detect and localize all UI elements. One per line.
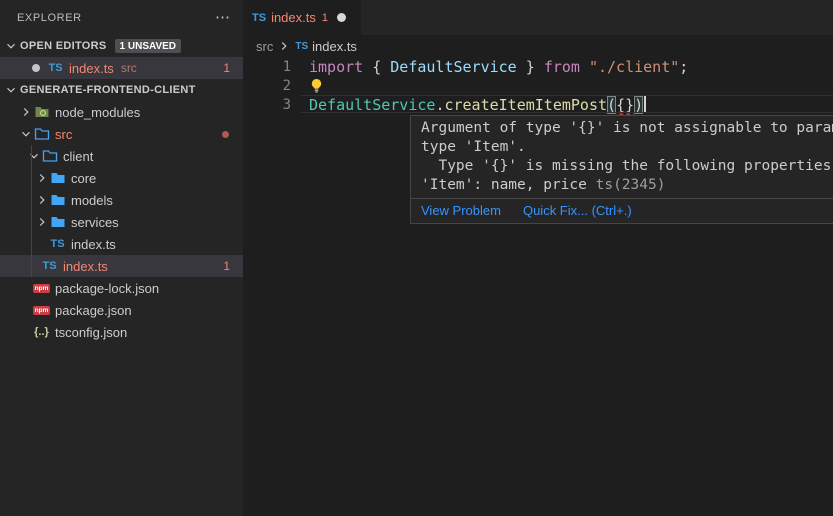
unsaved-dot-icon (32, 64, 40, 72)
open-editor-item-index-ts[interactable]: TS index.ts src 1 (0, 57, 243, 79)
chevron-right-icon (35, 192, 49, 208)
tree-item-label: client (63, 149, 93, 164)
folder-open-icon (33, 126, 50, 142)
more-actions-icon[interactable]: ⋯ (215, 13, 231, 23)
error-dot-icon (222, 131, 229, 138)
code-line-3: 3 DefaultService.createItemItemPost({}) (243, 95, 833, 114)
open-editor-file-path: src (121, 61, 137, 75)
typescript-file-icon: TS (49, 236, 66, 252)
chevron-down-icon (4, 82, 18, 98)
tree-item-src[interactable]: src (0, 123, 243, 145)
chevron-right-icon (277, 39, 291, 53)
tree-item-client-index-ts[interactable]: TS index.ts (0, 233, 243, 255)
editor-tab-bar: TS index.ts 1 (243, 0, 833, 35)
open-editors-label: OPEN EDITORS (20, 40, 107, 52)
tab-title: index.ts (271, 10, 316, 25)
text-cursor (644, 96, 646, 113)
explorer-title-row: EXPLORER ⋯ (0, 0, 243, 35)
tree-item-package-json[interactable]: npm package.json (0, 299, 243, 321)
tree-item-label: core (71, 171, 96, 186)
vscode-window: EXPLORER ⋯ OPEN EDITORS 1 UNSAVED TS ind… (0, 0, 833, 516)
chevron-right-icon (35, 170, 49, 186)
tree-item-services[interactable]: services (0, 211, 243, 233)
explorer-sidebar: EXPLORER ⋯ OPEN EDITORS 1 UNSAVED TS ind… (0, 0, 243, 516)
open-editors-header[interactable]: OPEN EDITORS 1 UNSAVED (0, 35, 243, 57)
tree-item-label: tsconfig.json (55, 325, 127, 340)
tree-item-label: package.json (55, 303, 132, 318)
tree-item-label: package-lock.json (55, 281, 159, 296)
explorer-title: EXPLORER (17, 12, 82, 24)
chevron-right-icon (19, 104, 33, 120)
tree-item-tsconfig-json[interactable]: {..} tsconfig.json (0, 321, 243, 343)
typescript-file-icon: TS (41, 258, 58, 274)
npm-file-icon: npm (33, 280, 50, 296)
error-hover-tooltip: Argument of type '{}' is not assignable … (410, 115, 833, 224)
chevron-down-icon (27, 148, 41, 164)
tab-index-ts[interactable]: TS index.ts 1 (243, 0, 361, 35)
unsaved-dot-icon[interactable] (337, 13, 346, 22)
folder-icon (49, 214, 66, 230)
tree-item-label: node_modules (55, 105, 140, 120)
folder-icon (49, 170, 66, 186)
error-count-badge: 1 (223, 259, 230, 273)
node-modules-folder-icon (33, 104, 50, 120)
breadcrumb-folder[interactable]: src (256, 39, 273, 54)
tab-error-count: 1 (322, 12, 328, 24)
code-line-1: 1 import { DefaultService } from "./clie… (243, 57, 833, 76)
editor-group: TS index.ts 1 src TS index.ts 1 import {… (243, 0, 833, 516)
tree-item-client[interactable]: client (0, 145, 243, 167)
typescript-file-icon: TS (295, 41, 308, 52)
chevron-down-icon (19, 126, 33, 142)
project-section-header[interactable]: GENERATE-FRONTEND-CLIENT (0, 79, 243, 101)
hover-actions-bar: View Problem Quick Fix... (Ctrl+.) (411, 198, 833, 223)
code-line-2: 2 (243, 76, 833, 95)
line-number: 2 (243, 78, 291, 94)
tree-item-label: services (71, 215, 119, 230)
json-file-icon: {..} (33, 324, 50, 340)
tree-item-node-modules[interactable]: node_modules (0, 101, 243, 123)
code-area[interactable]: 1 import { DefaultService } from "./clie… (243, 57, 833, 114)
error-squiggle: {} (616, 96, 634, 114)
quick-fix-link[interactable]: Quick Fix... (Ctrl+.) (523, 203, 632, 218)
chevron-right-icon (35, 214, 49, 230)
line-number: 1 (243, 59, 291, 75)
line-number: 3 (243, 97, 291, 113)
view-problem-link[interactable]: View Problem (421, 203, 501, 218)
typescript-file-icon: TS (47, 60, 64, 76)
breadcrumb-file[interactable]: index.ts (312, 39, 357, 54)
chevron-down-icon (4, 38, 18, 54)
folder-icon (49, 192, 66, 208)
typescript-file-icon: TS (252, 12, 266, 24)
error-count-badge: 1 (223, 61, 230, 75)
tree-item-package-lock-json[interactable]: npm package-lock.json (0, 277, 243, 299)
tree-item-label: src (55, 127, 72, 142)
error-code-ref: ts(2345) (596, 177, 666, 193)
tree-item-models[interactable]: models (0, 189, 243, 211)
project-name-label: GENERATE-FRONTEND-CLIENT (20, 84, 196, 96)
npm-file-icon: npm (33, 302, 50, 318)
lightbulb-icon[interactable] (309, 78, 324, 93)
tree-item-src-index-ts[interactable]: TS index.ts 1 (0, 255, 243, 277)
open-editor-file-label: index.ts (69, 61, 114, 76)
tree-item-label: index.ts (71, 237, 116, 252)
tree-item-label: index.ts (63, 259, 108, 274)
tree-item-core[interactable]: core (0, 167, 243, 189)
error-message: Argument of type '{}' is not assignable … (411, 116, 833, 198)
unsaved-badge: 1 UNSAVED (115, 39, 182, 53)
tree-item-label: models (71, 193, 113, 208)
breadcrumb: src TS index.ts (243, 35, 833, 57)
folder-open-icon (41, 148, 58, 164)
